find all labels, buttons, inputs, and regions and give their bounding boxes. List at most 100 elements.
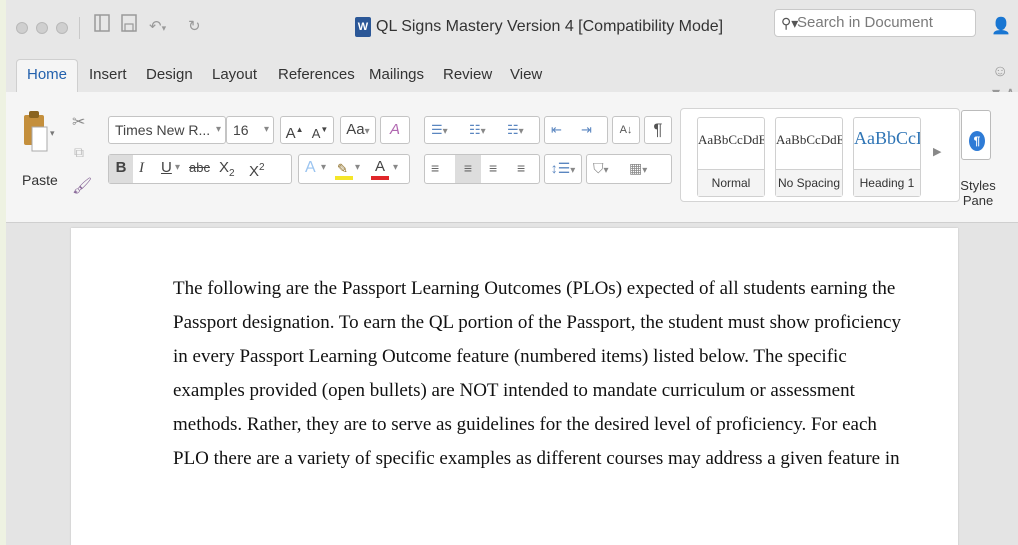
increase-indent-button[interactable]: ⇥ (581, 117, 592, 143)
format-painter-icon[interactable]: 🖌 (72, 176, 92, 196)
tab-mailings[interactable]: Mailings (369, 63, 424, 87)
window-title: QL Signs Mastery Version 4 [Compatibilit… (376, 18, 724, 35)
font-name-dropdown[interactable]: Times New R... ▾ (108, 116, 226, 144)
grow-font-icon: A (285, 125, 296, 142)
subscript-button[interactable]: X2 (219, 155, 235, 187)
style-name: No Spacing (776, 169, 842, 196)
align-right-button[interactable]: ≡ (489, 155, 497, 181)
document-body[interactable]: The following are the Passport Learning … (173, 272, 901, 476)
superscript-letter: X (249, 163, 260, 180)
search-placeholder: Search in Document (797, 14, 933, 31)
highlight-chevron-icon[interactable]: ▾ (355, 155, 360, 181)
word-window: ↶▾ ↻ W QL Signs Mastery Version 4 [Compa… (6, 0, 1018, 545)
change-case-button[interactable]: Aa▾ (340, 116, 376, 144)
subscript-letter: X (219, 159, 230, 176)
document-line: PLO there are a variety of specific exam… (173, 448, 900, 469)
strikethrough-button[interactable]: abc (189, 155, 210, 181)
style-heading-1[interactable]: AaBbCcD Heading 1 (853, 117, 921, 197)
font-size-dropdown[interactable]: 16 ▾ (226, 116, 274, 144)
tab-layout[interactable]: Layout (212, 63, 257, 87)
share-user-icon[interactable]: 👤 (991, 14, 1011, 40)
style-normal[interactable]: AaBbCcDdEe Normal (697, 117, 765, 197)
style-sample: AaBbCcDdEe (698, 132, 764, 147)
search-icon: ⚲▾ (781, 15, 799, 31)
font-style-buttons: B I U ▾ abc X2 X2 (108, 154, 292, 184)
alignment-buttons: ≡ ≡ ≡ ≡ (424, 154, 540, 184)
ribbon-tabs: Home Insert Design Layout References Mai… (6, 56, 1018, 102)
shading-borders-buttons: ⛉▾ ▦▾ (586, 154, 672, 184)
word-document-icon: W (355, 17, 371, 37)
shading-button[interactable]: ⛉▾ (593, 155, 609, 184)
sort-button[interactable]: A↓ (612, 116, 640, 144)
font-color-button[interactable]: A (371, 156, 389, 182)
style-no-spacing[interactable]: AaBbCcDdEe No Spacing (775, 117, 843, 197)
gallery-next-arrow-icon[interactable]: ▶ (933, 145, 941, 158)
highlight-color-button[interactable]: ✎ (335, 158, 353, 180)
paste-icon[interactable] (22, 109, 48, 155)
text-effects-button[interactable]: A (305, 155, 316, 181)
justify-button[interactable]: ≡ (517, 155, 525, 181)
style-name: Normal (698, 169, 764, 196)
document-page[interactable]: The following are the Passport Learning … (71, 228, 958, 545)
tab-review[interactable]: Review (443, 63, 492, 87)
document-line: methods. Rather, they are to serve as gu… (173, 414, 877, 435)
change-case-icon: Aa (346, 121, 365, 138)
tab-insert[interactable]: Insert (89, 63, 127, 87)
undo-icon[interactable]: ↶▾ (149, 14, 166, 41)
align-left-button[interactable]: ≡ (431, 155, 439, 181)
shrink-font-button[interactable]: A▼ (312, 125, 329, 142)
align-center-button[interactable]: ≡ (455, 155, 481, 183)
bullets-button[interactable]: ☰▾ (431, 117, 448, 145)
title-bar: ↶▾ ↻ W QL Signs Mastery Version 4 [Compa… (6, 0, 1018, 56)
indent-buttons: ⇤ ⇥ (544, 116, 608, 144)
save-icon[interactable] (121, 14, 137, 40)
borders-button[interactable]: ▦▾ (629, 155, 647, 184)
tab-home[interactable]: Home (16, 59, 79, 92)
paste-button-label[interactable]: Paste (22, 172, 58, 188)
underline-button[interactable]: U (161, 155, 172, 181)
text-effects-chevron-icon[interactable]: ▾ (321, 155, 326, 181)
grow-shrink-font-buttons: A▲ A▼ (280, 116, 334, 144)
grow-font-button[interactable]: A▲ (286, 125, 304, 142)
styles-pane-button[interactable]: Styles Pane (958, 178, 998, 208)
bold-button[interactable]: B (109, 155, 133, 183)
font-color-chevron-icon[interactable]: ▾ (393, 155, 398, 181)
copy-icon[interactable]: ⧉ (74, 144, 84, 161)
document-line: in every Passport Learning Outcome featu… (173, 346, 847, 367)
show-formatting-marks-button[interactable]: ¶ (644, 116, 672, 144)
tab-references[interactable]: References (278, 63, 355, 87)
tab-design[interactable]: Design (146, 63, 193, 87)
style-name: Heading 1 (854, 169, 920, 196)
search-field[interactable]: ⚲▾ Search in Document (774, 9, 976, 37)
underline-options-chevron-icon[interactable]: ▾ (175, 155, 180, 181)
styles-pane-icon[interactable]: ¶ (961, 110, 991, 160)
zoom-window-button[interactable] (56, 22, 68, 34)
subscript-mark: 2 (229, 168, 235, 179)
cut-icon[interactable]: ✂ (72, 112, 85, 132)
font-color-swatch (371, 176, 389, 180)
superscript-button[interactable]: X2 (249, 155, 265, 185)
decrease-indent-button[interactable]: ⇤ (551, 117, 562, 143)
toolbar-separator (79, 17, 80, 39)
superscript-mark: 2 (259, 162, 265, 173)
home-ribbon: ▾ Paste ✂ ⧉ 🖌 Times New R... ▾ 16 ▾ A▲ A… (6, 92, 1018, 223)
font-size-value: 16 (233, 122, 249, 138)
multilevel-list-button[interactable]: ☵▾ (507, 117, 524, 145)
minimize-window-button[interactable] (36, 22, 48, 34)
highlight-color-swatch (335, 176, 353, 180)
italic-button[interactable]: I (139, 155, 144, 181)
styles-gallery: AaBbCcDdEe Normal AaBbCcDdEe No Spacing … (680, 108, 960, 202)
clear-formatting-button[interactable]: A (380, 116, 410, 144)
close-window-button[interactable] (16, 22, 28, 34)
document-line: Passport designation. To earn the QL por… (173, 312, 901, 333)
sidebar-toggle-icon[interactable] (94, 14, 110, 40)
tab-view[interactable]: View (510, 63, 542, 87)
chevron-down-icon: ▾ (263, 124, 269, 135)
style-sample: AaBbCcD (854, 128, 920, 148)
paste-options-chevron-icon[interactable]: ▾ (50, 128, 55, 139)
numbering-button[interactable]: ☷▾ (469, 117, 486, 145)
chevron-down-icon: ▾ (215, 124, 221, 135)
style-sample: AaBbCcDdEe (776, 132, 842, 147)
line-spacing-button[interactable]: ↕☰▾ (544, 154, 582, 184)
redo-icon[interactable]: ↻ (188, 14, 201, 40)
